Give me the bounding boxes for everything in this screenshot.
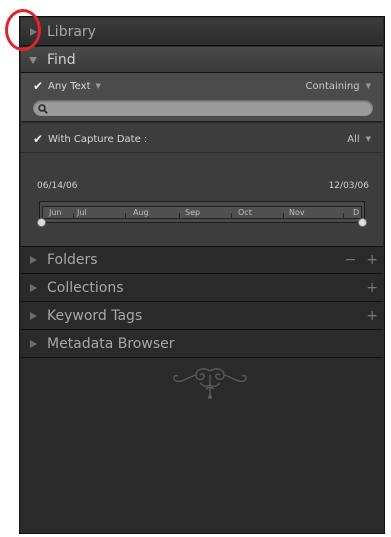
month-tick [343, 213, 344, 218]
add-collection-button[interactable]: + [366, 280, 378, 296]
section-folders-label: Folders [47, 251, 98, 268]
section-metadata-browser[interactable]: Metadata Browser [21, 330, 383, 358]
triangle-right-icon[interactable] [28, 339, 38, 348]
month-label: Oct [238, 208, 252, 217]
section-library-label: Library [47, 23, 96, 40]
section-library[interactable]: Library [21, 18, 383, 46]
text-filter-row: ✔ Any Text ▼ Containing ▼ [21, 75, 383, 97]
find-date-filter: ✔ With Capture Date : All ▼ 06/14/06 12/… [21, 123, 383, 247]
timeline-track: Jun Jul Aug Sep Oct Nov D [42, 206, 362, 219]
month-tick [231, 213, 232, 218]
month-tick [283, 213, 284, 218]
date-scope-dropdown[interactable]: All ▼ [347, 134, 371, 145]
section-find[interactable]: Find [21, 47, 383, 73]
divider [21, 152, 383, 153]
find-text-filter: ✔ Any Text ▼ Containing ▼ [21, 73, 383, 122]
section-metadata-browser-label: Metadata Browser [47, 335, 175, 352]
search-input[interactable] [52, 100, 373, 116]
date-range-labels: 06/14/06 12/03/06 [37, 181, 369, 191]
date-timeline[interactable]: Jun Jul Aug Sep Oct Nov D [39, 201, 365, 223]
any-text-dropdown[interactable]: Any Text ▼ [48, 81, 101, 92]
section-collections[interactable]: Collections + [21, 274, 383, 302]
any-text-label: Any Text [48, 80, 91, 92]
section-keyword-tags[interactable]: Keyword Tags + [21, 302, 383, 330]
add-keyword-button[interactable]: + [366, 308, 378, 324]
month-label: Nov [289, 208, 305, 217]
section-collections-label: Collections [47, 279, 124, 296]
search-icon [33, 99, 48, 118]
month-label: Jul [77, 208, 87, 217]
triangle-right-icon[interactable] [28, 311, 38, 320]
search-field[interactable] [33, 100, 373, 116]
remove-folder-button[interactable]: − [345, 252, 357, 268]
month-label: Jun [49, 208, 62, 217]
scroll-ornament-icon [170, 365, 250, 405]
end-date: 12/03/06 [328, 181, 369, 191]
capture-date-label: With Capture Date : [48, 133, 148, 145]
left-panel: Library Find ✔ Any Text ▼ Containing ▼ ✔… [19, 16, 385, 534]
month-tick [73, 213, 74, 218]
add-folder-button[interactable]: + [366, 252, 378, 268]
start-date-handle[interactable] [37, 218, 46, 227]
section-keyword-tags-label: Keyword Tags [47, 307, 143, 324]
triangle-down-icon[interactable] [28, 56, 38, 64]
checkmark-icon[interactable]: ✔ [33, 80, 43, 92]
caret-down-icon: ▼ [365, 82, 371, 90]
month-tick [125, 213, 126, 218]
month-label: Sep [185, 208, 201, 217]
triangle-right-icon[interactable] [28, 27, 38, 36]
containing-label: Containing [305, 80, 360, 92]
date-scope-label: All [347, 133, 360, 145]
month-tick [179, 213, 180, 218]
caret-down-icon: ▼ [365, 135, 371, 143]
checkmark-icon[interactable]: ✔ [33, 133, 43, 145]
containing-dropdown[interactable]: Containing ▼ [306, 81, 371, 92]
section-folders[interactable]: Folders − + [21, 246, 383, 274]
section-find-label: Find [47, 51, 76, 68]
date-filter-row: ✔ With Capture Date : All ▼ [21, 127, 383, 151]
start-date: 06/14/06 [37, 181, 78, 191]
triangle-right-icon[interactable] [28, 255, 38, 264]
month-label: D [353, 208, 360, 217]
month-label: Aug [133, 208, 149, 217]
caret-down-icon: ▼ [95, 82, 101, 90]
end-date-handle[interactable] [358, 218, 367, 227]
triangle-right-icon[interactable] [28, 283, 38, 292]
